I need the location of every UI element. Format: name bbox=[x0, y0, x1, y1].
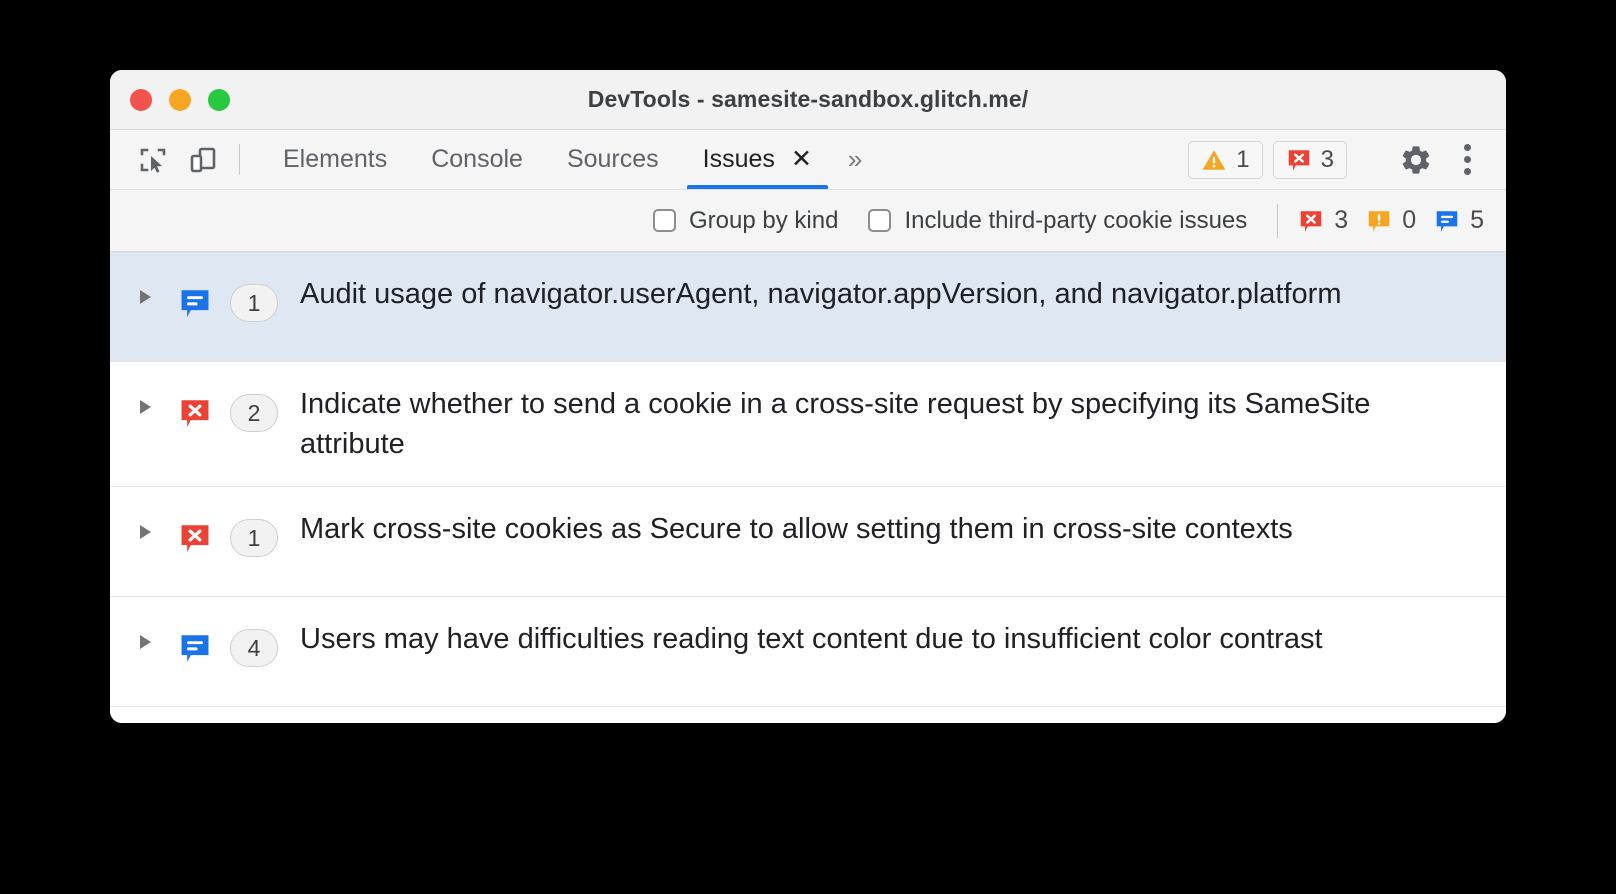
issues-filter-bar: Group by kind Include third-party cookie… bbox=[110, 190, 1506, 252]
toolbar-divider bbox=[239, 144, 240, 175]
include-third-party-label: Include third-party cookie issues bbox=[904, 206, 1248, 234]
kebab-dot-3 bbox=[1463, 168, 1471, 175]
expand-arrow-icon[interactable] bbox=[132, 400, 158, 414]
tab-console-label: Console bbox=[431, 145, 523, 173]
severity-error-filter[interactable]: 3 bbox=[1298, 206, 1348, 235]
devtools-window: DevTools - samesite-sandbox.glitch.me/ E… bbox=[110, 70, 1506, 723]
issue-count-badge: 1 bbox=[230, 519, 278, 558]
severity-warning-count: 0 bbox=[1402, 206, 1417, 234]
tab-sources-label: Sources bbox=[566, 145, 659, 173]
issue-count-badge: 4 bbox=[230, 629, 278, 668]
table-row[interactable]: 1 Mark cross-site cookies as Secure to a… bbox=[110, 487, 1506, 598]
kebab-dot-2 bbox=[1463, 156, 1471, 163]
error-bubble-icon bbox=[178, 521, 212, 555]
error-count-value: 3 bbox=[1320, 145, 1334, 173]
severity-warning-filter[interactable]: 0 bbox=[1366, 206, 1416, 235]
issue-count-badge: 1 bbox=[230, 284, 278, 322]
more-options-icon[interactable] bbox=[1444, 132, 1490, 188]
tab-issues[interactable]: Issues ✕ bbox=[681, 130, 834, 189]
kebab-dot-1 bbox=[1463, 144, 1471, 151]
group-by-kind-label: Group by kind bbox=[689, 206, 839, 234]
issue-title: Audit usage of navigator.userAgent, navi… bbox=[300, 278, 1342, 310]
info-bubble-icon bbox=[1436, 210, 1458, 232]
expand-arrow-icon[interactable] bbox=[132, 525, 158, 540]
error-bubble-icon bbox=[1288, 149, 1309, 171]
tab-sources[interactable]: Sources bbox=[545, 130, 681, 189]
issue-title: Mark cross-site cookies as Secure to all… bbox=[300, 513, 1293, 546]
checkbox-icon[interactable] bbox=[868, 209, 892, 232]
panel-tabs: Elements Console Sources Issues ✕ » bbox=[261, 130, 876, 189]
tabbar-right-group: 1 3 bbox=[1188, 130, 1506, 189]
traffic-light-group bbox=[110, 88, 230, 111]
warning-count-button[interactable]: 1 bbox=[1188, 140, 1263, 179]
issue-title: Indicate whether to send a cookie in a c… bbox=[300, 388, 1371, 461]
gear-icon[interactable] bbox=[1388, 132, 1444, 188]
minimize-window-button[interactable] bbox=[169, 88, 191, 111]
tab-console[interactable]: Console bbox=[409, 130, 545, 189]
issue-count-badge: 2 bbox=[230, 394, 278, 432]
window-titlebar: DevTools - samesite-sandbox.glitch.me/ bbox=[110, 70, 1506, 130]
table-row[interactable]: 2 Indicate whether to send a cookie in a… bbox=[110, 362, 1506, 488]
close-window-button[interactable] bbox=[130, 88, 152, 111]
maximize-window-button[interactable] bbox=[208, 88, 230, 111]
screenshot-root: DevTools - samesite-sandbox.glitch.me/ E… bbox=[0, 0, 1616, 894]
tab-elements-label: Elements bbox=[283, 145, 388, 173]
severity-info-filter[interactable]: 5 bbox=[1434, 206, 1484, 235]
device-toolbar-icon[interactable] bbox=[178, 130, 228, 189]
window-title: DevTools - samesite-sandbox.glitch.me/ bbox=[587, 86, 1029, 112]
warning-bubble-icon bbox=[1368, 210, 1390, 232]
table-row[interactable]: 1 Audit usage of navigator.userAgent, na… bbox=[110, 252, 1506, 362]
devtools-tabbar: Elements Console Sources Issues ✕ » 1 3 bbox=[110, 130, 1506, 190]
warning-count-value: 1 bbox=[1236, 145, 1250, 173]
close-icon[interactable]: ✕ bbox=[791, 147, 812, 172]
expand-arrow-icon[interactable] bbox=[132, 290, 158, 304]
severity-error-count: 3 bbox=[1334, 206, 1349, 234]
info-bubble-icon bbox=[178, 286, 212, 320]
error-count-button[interactable]: 3 bbox=[1272, 140, 1347, 179]
error-bubble-icon bbox=[178, 396, 212, 430]
checkbox-icon[interactable] bbox=[653, 209, 677, 232]
tab-elements[interactable]: Elements bbox=[261, 130, 409, 189]
warning-triangle-icon bbox=[1202, 149, 1226, 170]
expand-arrow-icon[interactable] bbox=[132, 635, 158, 650]
include-third-party-checkbox[interactable]: Include third-party cookie issues bbox=[868, 207, 1247, 235]
tab-issues-label: Issues bbox=[702, 145, 775, 173]
more-tabs-icon[interactable]: » bbox=[834, 130, 876, 189]
issues-list: 1 Audit usage of navigator.userAgent, na… bbox=[110, 252, 1506, 723]
error-bubble-icon bbox=[1300, 210, 1322, 232]
inspect-element-icon[interactable] bbox=[128, 130, 178, 189]
severity-info-count: 5 bbox=[1470, 206, 1484, 234]
info-bubble-icon bbox=[178, 631, 212, 665]
table-row[interactable]: 4 Users may have difficulties reading te… bbox=[110, 597, 1506, 708]
issue-title: Users may have difficulties reading text… bbox=[300, 623, 1323, 656]
filter-divider bbox=[1277, 203, 1279, 238]
group-by-kind-checkbox[interactable]: Group by kind bbox=[653, 207, 838, 235]
